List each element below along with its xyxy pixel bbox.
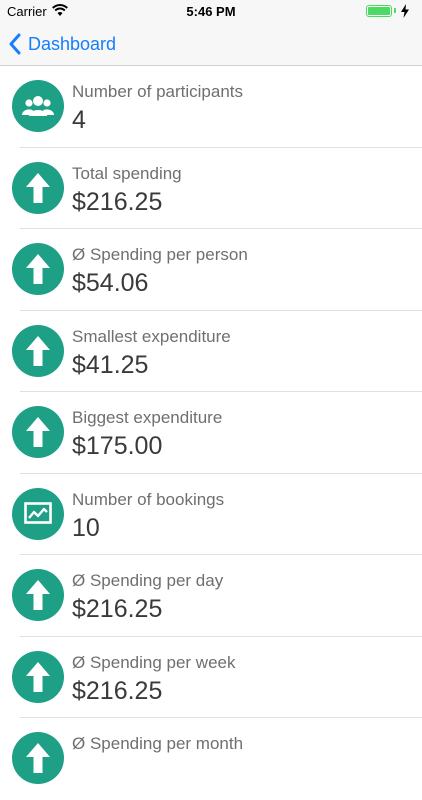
back-button[interactable]: Dashboard bbox=[8, 30, 116, 58]
chevron-left-icon bbox=[9, 33, 21, 55]
charging-bolt-icon bbox=[401, 4, 409, 18]
stat-value: $54.06 bbox=[72, 269, 149, 297]
battery-icon bbox=[366, 5, 392, 17]
battery-tip bbox=[394, 8, 396, 13]
stat-label: Ø Spending per person bbox=[72, 245, 248, 264]
stat-label: Ø Spending per month bbox=[72, 734, 244, 753]
people-icon bbox=[12, 80, 64, 132]
stats-list: Number of participants 4 Total spending … bbox=[0, 66, 422, 800]
list-item: Ø Spending per person $54.06 bbox=[0, 229, 422, 311]
list-item: Number of bookings 10 bbox=[0, 474, 422, 555]
stat-label: Number of participants bbox=[72, 82, 244, 101]
list-item: Number of participants 4 bbox=[0, 66, 422, 148]
stat-value: 10 bbox=[72, 513, 100, 542]
list-item: Biggest expenditure $175.00 bbox=[0, 392, 422, 474]
clock: 5:46 PM bbox=[186, 4, 236, 19]
stat-value: 4 bbox=[72, 106, 86, 134]
stat-value: $216.25 bbox=[72, 187, 163, 216]
stat-label: Number of bookings bbox=[72, 489, 225, 509]
stat-label: Smallest expenditure bbox=[72, 326, 231, 346]
list-item: Ø Spending per month bbox=[0, 718, 422, 800]
list-item: Ø Spending per week $216.25 bbox=[0, 637, 422, 718]
stat-value: $175.00 bbox=[72, 432, 163, 460]
arrow-up-icon bbox=[12, 324, 64, 377]
arrow-up-icon bbox=[12, 161, 64, 214]
stat-label: Ø Spending per week bbox=[72, 652, 236, 672]
list-item: Total spending $216.25 bbox=[0, 148, 422, 229]
stat-value: $216.25 bbox=[72, 595, 163, 623]
stat-value: $41.25 bbox=[72, 350, 149, 379]
stat-label: Total spending bbox=[72, 163, 182, 183]
stat-value: $216.25 bbox=[72, 676, 163, 705]
list-item: Ø Spending per day $216.25 bbox=[0, 555, 422, 637]
stat-label: Biggest expenditure bbox=[72, 408, 223, 427]
arrow-up-icon bbox=[12, 243, 64, 295]
arrow-up-icon bbox=[12, 569, 64, 621]
back-button-label: Dashboard bbox=[28, 33, 117, 54]
status-bar: Carrier 5:46 PM bbox=[0, 0, 422, 22]
navigation-bar: Dashboard bbox=[0, 22, 422, 66]
arrow-up-icon bbox=[12, 732, 64, 784]
arrow-up-icon bbox=[12, 650, 64, 703]
arrow-up-icon bbox=[12, 406, 64, 458]
stat-label: Ø Spending per day bbox=[72, 571, 224, 590]
chart-icon bbox=[12, 487, 64, 540]
list-item: Smallest expenditure $41.25 bbox=[0, 311, 422, 392]
